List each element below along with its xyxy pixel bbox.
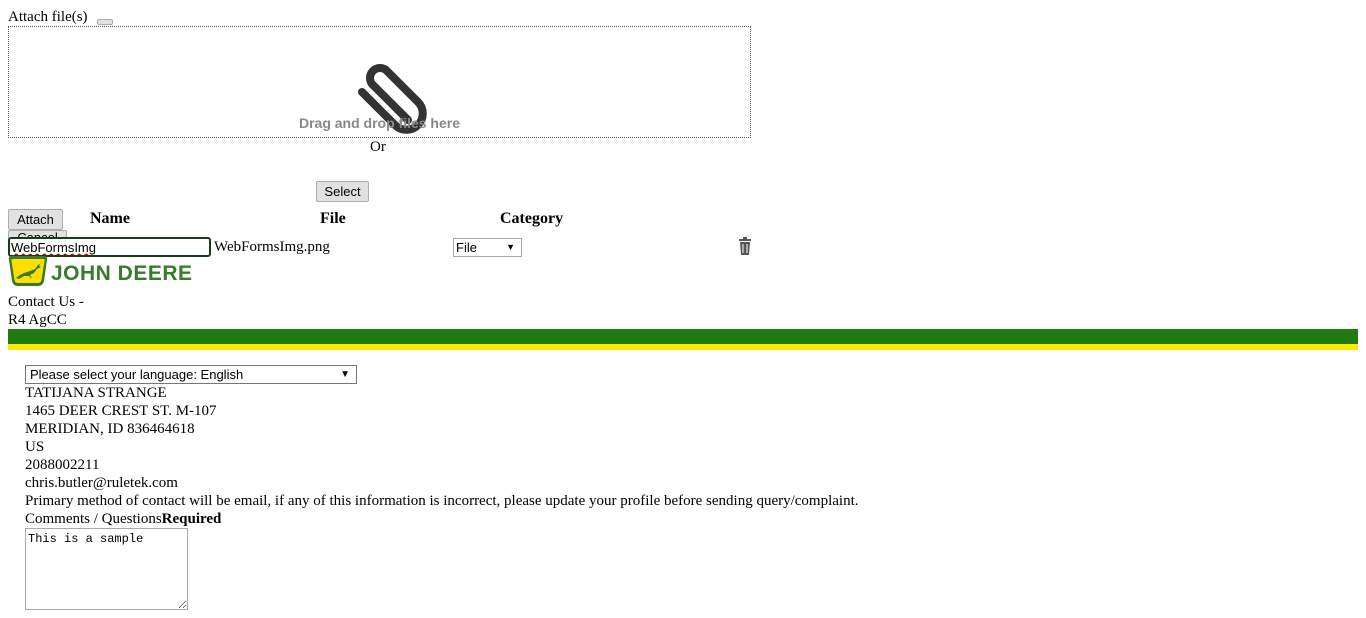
language-select[interactable]: Please select your language: English ▼ [25,365,357,384]
trash-icon[interactable] [738,237,752,255]
attachment-file-name: WebFormsImg.png [214,239,330,255]
contact-notice: Primary method of contact will be email,… [25,493,859,509]
comments-textarea[interactable]: This is a sample [25,528,188,610]
attachment-category-select[interactable]: File ▼ [453,238,522,257]
profile-phone: 2088002211 [25,457,100,473]
profile-info: TATIJANA STRANGE 1465 DEER CREST ST. M-1… [25,384,859,510]
page-title: Contact Us - R4 AgCC [8,293,98,329]
caret-down-icon: ▼ [506,242,515,252]
column-header-file: File [320,210,346,227]
attach-files-toggle-button[interactable] [97,19,113,25]
drop-zone-text: Drag and drop files here [298,115,461,131]
select-files-button[interactable]: Select [316,181,369,202]
required-marker: Required [161,511,222,527]
header-green-bar [8,329,1358,344]
header-yellow-bar [8,344,1358,350]
profile-address: 1465 DEER CREST ST. M-107 [25,403,217,419]
file-drop-zone[interactable]: Drag and drop files here [8,26,751,138]
john-deere-logo: JOHN DEERE [8,253,208,289]
page-title-line1: Contact Us - [8,294,84,310]
attach-files-label: Attach file(s) [8,9,88,25]
comments-label: Comments / QuestionsRequired [25,510,221,528]
brand-name: JOHN DEERE [51,262,193,285]
profile-name: TATIJANA STRANGE [25,385,167,401]
attach-button[interactable]: Attach [8,209,63,230]
column-header-name: Name [90,210,130,227]
leaping-deer-logo [8,256,48,286]
page-title-line2: R4 AgCC [8,312,67,328]
profile-city: MERIDIAN, ID 836464618 [25,421,195,437]
category-selected-value: File [456,240,477,255]
profile-country: US [25,439,45,455]
caret-down-icon: ▼ [340,369,350,380]
profile-email: chris.butler@ruletek.com [25,475,178,491]
language-selected-value: Please select your language: English [30,367,244,382]
column-header-category: Category [500,210,564,227]
comments-label-text: Comments / Questions [25,511,162,527]
or-separator: Or [370,139,386,155]
